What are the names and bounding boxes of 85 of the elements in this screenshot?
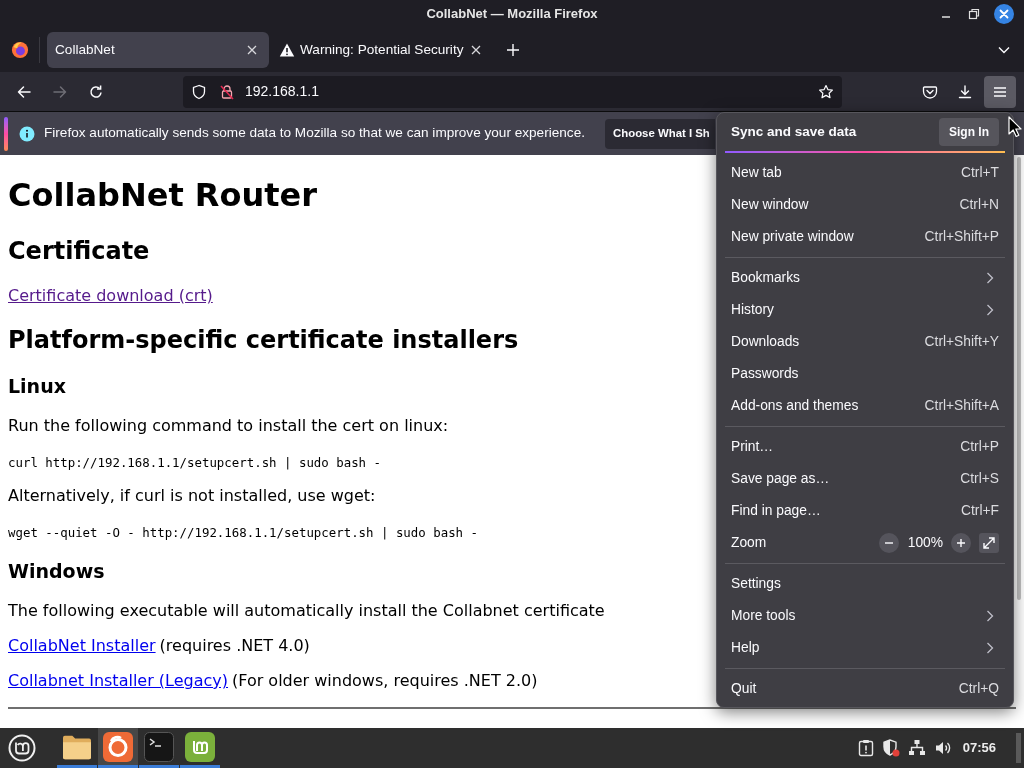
info-icon [19,125,35,142]
notification-message: Firefox automatically sends some data to Mozilla so that we can improve your experience. [44,124,585,143]
keyboard-shortcut: Ctrl+Q [958,679,999,698]
back-arrow-icon[interactable] [16,83,32,100]
menu-item[interactable]: More tools [723,600,1007,632]
menu-item[interactable]: New tab Ctrl+T [723,157,1007,189]
subsection-heading: Windows [8,560,105,582]
window-title: CollabNet — Mozilla Firefox [426,5,598,24]
chevron-right-icon [985,641,995,655]
keyboard-shortcut: Ctrl+Shift+A [924,396,999,415]
menu-item[interactable]: New window Ctrl+N [723,189,1007,221]
sign-in-button[interactable]: Sign In [939,118,999,146]
browser-icon [103,731,133,762]
maximize-icon[interactable] [966,6,982,22]
keyboard-shortcut: Ctrl+T [961,163,999,182]
clock[interactable]: 07:56 [962,738,996,758]
menu-item[interactable]: Add-ons and themes Ctrl+Shift+A [723,390,1007,422]
keyboard-shortcut: Ctrl+N [959,195,999,214]
close-icon[interactable] [994,4,1014,24]
keyboard-shortcut: Ctrl+F [961,501,999,520]
zoom-in-icon[interactable] [951,533,971,553]
chevron-right-icon [985,303,995,317]
menu-item[interactable]: Quit Ctrl+Q [723,673,1007,705]
link[interactable]: CollabNet Installer [8,636,156,655]
menu-item[interactable]: Print… Ctrl+P [723,431,1007,463]
menu-item[interactable]: Help [723,632,1007,664]
address-field[interactable]: 192.168.1.1 [183,75,842,108]
menu-header: Sync and save data [731,122,857,141]
zoom-out-icon[interactable] [878,533,899,553]
zoom-level[interactable]: 100% [907,532,943,554]
plus-icon[interactable] [506,43,520,57]
close-icon[interactable] [470,44,482,56]
menu-item[interactable]: Downloads Ctrl+Shift+Y [723,326,1007,358]
paragraph: The following executable will automatically install the Collabnet certificate [8,601,605,620]
section-heading: Platform-specific certificate installers [8,326,519,354]
download-icon[interactable] [957,83,973,100]
menu-item[interactable]: New private window Ctrl+Shift+P [723,221,1007,253]
shield-icon[interactable] [191,83,207,100]
menu-item[interactable]: Bookmarks [723,262,1007,294]
paragraph: Alternatively, if curl is not installed, use wget: [8,486,376,505]
logo-tile-icon [185,731,215,762]
network-icon[interactable] [907,739,926,757]
keyboard-shortcut: Ctrl+Shift+Y [924,332,999,351]
mouse-pointer-icon [1008,116,1022,138]
chevron-right-icon [985,271,995,285]
volume-icon[interactable] [933,739,952,757]
page-title: CollabNet Router [8,176,317,214]
fullscreen-icon[interactable] [979,533,999,553]
scrollbar-thumb[interactable] [1017,157,1021,600]
menu-item[interactable]: History [723,294,1007,326]
browser-tab[interactable]: CollabNet [47,32,269,68]
taskbar-button[interactable] [98,728,138,768]
menu-button[interactable] [984,75,1016,108]
keyboard-shortcut: Ctrl+S [960,469,999,488]
clipboard-alert-icon[interactable] [857,739,874,757]
accent-stripe [4,116,8,151]
link[interactable]: Collabnet Installer (Legacy) [8,671,228,690]
menu-item[interactable]: Passwords [723,358,1007,390]
paragraph: Collabnet Installer (Legacy) (For older windows, requires .NET 2.0) [8,671,538,690]
shield-icon[interactable] [881,739,900,757]
zoom-label: Zoom [731,533,767,552]
pocket-icon[interactable] [922,83,938,100]
reload-icon[interactable] [88,83,104,100]
choose-button[interactable]: Choose What I Sh [605,118,715,149]
keyboard-shortcut: Ctrl+P [960,437,999,456]
section-heading: Certificate [8,237,150,265]
menu-item[interactable]: Find in page… Ctrl+F [723,495,1007,527]
subsection-heading: Linux [8,375,66,397]
chevron-right-icon [985,609,995,623]
close-icon[interactable] [246,44,258,56]
code-line: curl http://192.168.1.1/setupcert.sh | sudo bash - [8,455,381,470]
warning-icon [279,42,295,58]
browser-logo-icon[interactable] [11,41,29,59]
download-link[interactable]: Certificate download (crt) [8,286,213,305]
paragraph: CollabNet Installer (requires .NET 4.0) [8,636,310,655]
start-menu-icon[interactable] [8,734,36,762]
crossed-lock-icon[interactable] [219,83,235,100]
paragraph: Run the following command to install the cert on linux: [8,416,449,435]
menu-item[interactable]: Settings [723,568,1007,600]
keyboard-shortcut: Ctrl+Shift+P [924,227,999,246]
menu-item[interactable]: Save page as… Ctrl+S [723,463,1007,495]
browser-tab[interactable]: Warning: Potential Security [271,32,493,68]
code-line: wget --quiet -O - http://192.168.1.1/setupcert.sh | sudo bash - [8,525,478,540]
star-icon[interactable] [818,83,834,100]
terminal-icon [144,731,174,762]
